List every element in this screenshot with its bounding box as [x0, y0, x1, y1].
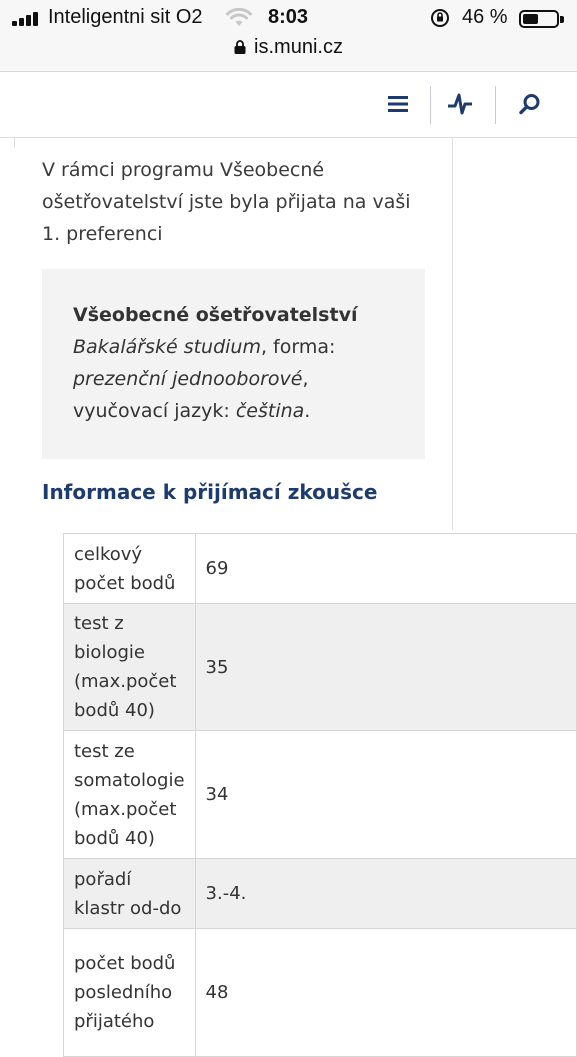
program-card: Všeobecné ošetřovatelství Bakalářské stu…: [42, 269, 425, 459]
row-value: 35: [194, 603, 577, 731]
carrier-name: Inteligentni sit O2: [48, 6, 203, 28]
battery-percentage: 46 %: [462, 6, 508, 28]
content-border: [14, 138, 15, 148]
clock: 8:03: [268, 6, 309, 28]
program-details: Bakalářské studium, forma: prezenční jed…: [73, 336, 336, 422]
row-label: test z biologie (max.počet bodů 40): [63, 603, 196, 731]
activity-button[interactable]: [444, 88, 476, 120]
program-name: Všeobecné ošetřovatelství: [73, 304, 358, 326]
toolbar-divider: [430, 86, 431, 124]
row-value: 34: [194, 730, 577, 859]
admission-message: V rámci programu Všeobecné ošetřovatelst…: [42, 159, 411, 245]
pulse-icon: [448, 93, 472, 115]
row-label: pořadí klastr od-do: [63, 858, 196, 929]
content-border: [452, 138, 453, 530]
form-label: , forma:: [260, 336, 336, 358]
signal-strength-icon: [12, 12, 42, 26]
row-label: test ze somatologie (max.počet bodů 40): [63, 730, 196, 859]
row-value: 69: [194, 533, 577, 604]
row-value: 48: [194, 928, 577, 1057]
section-title: Informace k přijímací zkoušce: [42, 480, 378, 504]
browser-status-bar: Inteligentni sit O2 8:03 46 % is.muni.cz: [0, 0, 577, 72]
table-row: celkový počet bodů 69: [63, 533, 577, 604]
toolbar-divider: [495, 86, 496, 124]
study-type: Bakalářské studium: [73, 336, 261, 358]
study-form: prezenční jednooborové: [73, 368, 303, 390]
exam-info-table: celkový počet bodů 69 test z biologie (m…: [63, 533, 577, 1057]
table-row: test z biologie (max.počet bodů 40) 35: [63, 603, 577, 731]
address-bar[interactable]: is.muni.cz: [0, 36, 577, 59]
menu-icon: [388, 96, 408, 112]
row-value: 3.-4.: [194, 858, 577, 929]
padlock-icon: [234, 40, 246, 54]
row-label: počet bodů posledního přijatého: [63, 928, 196, 1057]
table-row: počet bodů posledního přijatého 48: [63, 928, 577, 1057]
rotation-lock-icon: [431, 9, 449, 27]
page-content: V rámci programu Všeobecné ošetřovatelst…: [0, 138, 577, 1057]
wifi-icon: [226, 8, 252, 26]
row-label: celkový počet bodů: [63, 533, 196, 604]
search-button[interactable]: [514, 88, 546, 120]
table-row: pořadí klastr od-do 3.-4.: [63, 858, 577, 929]
table-row: test ze somatologie (max.počet bodů 40) …: [63, 730, 577, 859]
site-toolbar: [0, 72, 577, 138]
battery-icon: [519, 10, 564, 28]
study-language: čeština: [235, 400, 305, 422]
search-icon: [519, 94, 540, 115]
menu-button[interactable]: [382, 88, 414, 120]
url-text: is.muni.cz: [254, 36, 343, 58]
